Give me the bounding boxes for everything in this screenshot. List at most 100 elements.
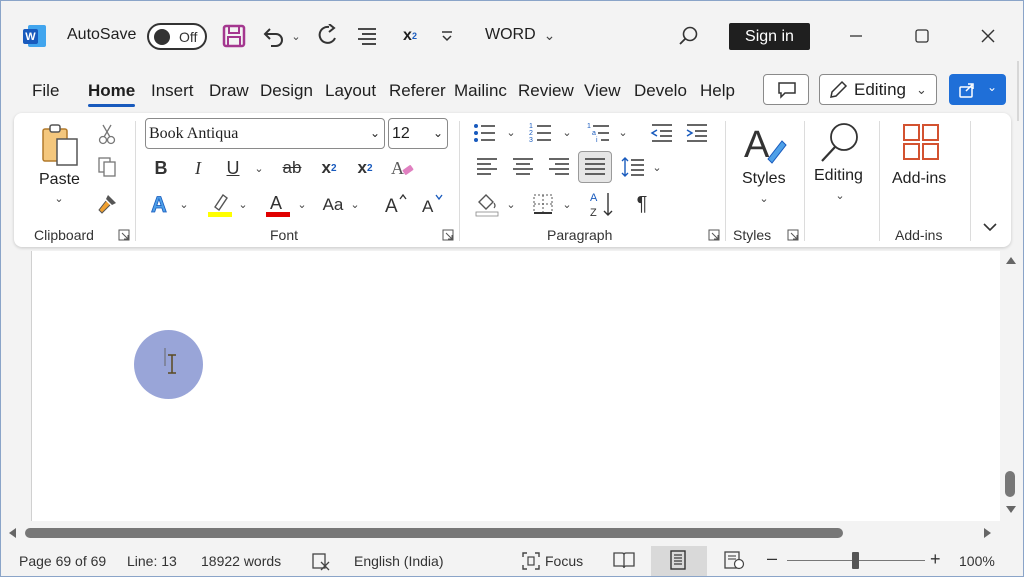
styles-gallery-icon[interactable]: A [742,121,788,167]
page-count[interactable]: Page 69 of 69 [19,553,106,569]
tab-layout[interactable]: Layout [325,81,376,101]
web-layout-icon[interactable] [723,550,745,573]
add-ins-label[interactable]: Add-ins [892,170,946,188]
add-ins-icon[interactable] [900,121,942,163]
word-count[interactable]: 18922 words [201,553,281,569]
bullets-chevron-icon[interactable]: ⌄ [504,125,518,139]
undo-dropdown-chevron-icon[interactable]: ⌄ [289,29,303,43]
grow-font-icon[interactable]: A [383,191,409,217]
redo-icon[interactable] [314,23,340,49]
align-left-icon[interactable] [474,155,500,179]
text-effects-icon[interactable]: A [148,191,174,217]
underline-icon[interactable]: U [222,156,244,180]
scroll-right-icon[interactable] [983,527,993,539]
tab-insert[interactable]: Insert [151,81,194,101]
print-layout-icon[interactable] [668,550,688,573]
scroll-left-icon[interactable] [7,527,17,539]
copy-icon[interactable] [96,156,118,178]
paste-options-chevron-icon[interactable]: ⌄ [52,191,66,205]
numbering-chevron-icon[interactable]: ⌄ [560,125,574,139]
sort-icon[interactable]: AZ [588,189,616,219]
editing-mode-button[interactable]: Editing ⌄ [819,74,937,105]
cut-icon[interactable] [96,123,118,145]
shrink-font-icon[interactable]: A [420,191,446,217]
clipboard-launcher-icon[interactable] [118,228,130,241]
editing-chevron-icon[interactable]: ⌄ [833,188,847,202]
shading-chevron-icon[interactable]: ⌄ [504,197,518,211]
ribbon-options-chevron-icon[interactable] [980,217,1000,237]
focus-icon[interactable] [521,551,541,574]
font-size-select[interactable]: 12 ⌄ [388,118,448,149]
paste-icon[interactable] [38,123,82,167]
styles-chevron-icon[interactable]: ⌄ [757,191,771,205]
zoom-out-icon[interactable]: – [767,548,777,569]
maximize-button[interactable] [902,19,942,53]
superscript-qat-icon[interactable]: x2 [397,23,423,49]
zoom-level[interactable]: 100% [959,553,995,569]
underline-chevron-icon[interactable]: ⌄ [252,161,266,175]
numbering-icon[interactable]: 123 [528,121,554,145]
format-painter-icon[interactable] [96,193,118,215]
find-icon[interactable] [818,119,862,165]
line-spacing-icon[interactable] [620,155,646,179]
shading-icon[interactable] [474,191,500,217]
horizontal-scroll-thumb[interactable] [25,528,843,538]
scroll-up-icon[interactable] [1005,255,1017,265]
read-mode-icon[interactable] [613,550,635,573]
text-effects-chevron-icon[interactable]: ⌄ [177,197,191,211]
tab-file[interactable]: File [32,81,59,101]
borders-icon[interactable] [530,191,556,217]
comments-button[interactable] [763,74,809,105]
show-formatting-marks-icon[interactable]: ¶ [629,191,655,217]
tab-design[interactable]: Design [260,81,313,101]
zoom-in-icon[interactable]: + [930,549,941,570]
strikethrough-icon[interactable]: ab [279,156,305,180]
superscript-icon[interactable]: x2 [354,156,376,180]
increase-indent-icon[interactable] [684,121,710,145]
editing-label[interactable]: Editing [814,167,863,185]
change-case-icon[interactable]: Aa [318,193,348,217]
paste-label[interactable]: Paste [39,171,80,189]
font-launcher-icon[interactable] [442,228,454,241]
decrease-indent-icon[interactable] [649,121,675,145]
focus-button[interactable]: Focus [545,553,583,569]
language[interactable]: English (India) [354,553,444,569]
bullets-icon[interactable] [472,121,498,145]
align-icon[interactable] [354,23,380,49]
change-case-chevron-icon[interactable]: ⌄ [348,197,362,211]
paragraph-launcher-icon[interactable] [708,228,720,241]
tab-home[interactable]: Home [88,81,136,107]
font-color-icon[interactable]: A [265,191,291,219]
multilevel-list-icon[interactable]: 1ai [586,121,612,145]
align-center-icon[interactable] [510,155,536,179]
sign-in-button[interactable]: Sign in [729,23,810,50]
styles-launcher-icon[interactable] [787,228,799,241]
zoom-slider-thumb[interactable] [852,552,859,569]
save-icon[interactable] [221,23,247,49]
styles-label[interactable]: Styles [742,170,786,188]
highlight-chevron-icon[interactable]: ⌄ [236,197,250,211]
document-title[interactable]: WORD ⌄ [485,26,555,44]
minimize-button[interactable] [836,19,876,53]
autosave-toggle[interactable]: Off [147,23,207,50]
tab-review[interactable]: Review [518,81,574,101]
justify-icon[interactable] [578,151,612,183]
vertical-scroll-thumb[interactable] [1005,471,1015,497]
tab-references[interactable]: Referer [389,81,446,101]
line-number[interactable]: Line: 13 [127,553,177,569]
tab-view[interactable]: View [584,81,621,101]
customize-qat-icon[interactable] [437,25,457,47]
italic-icon[interactable]: I [187,156,209,180]
share-button[interactable]: ⌄ [949,74,1006,105]
font-name-select[interactable]: Book Antiqua ⌄ [145,118,385,149]
undo-icon[interactable] [261,23,287,49]
bold-icon[interactable]: B [150,156,172,180]
line-spacing-chevron-icon[interactable]: ⌄ [650,160,664,174]
search-icon[interactable] [675,23,701,49]
highlight-icon[interactable] [207,191,233,219]
tab-help[interactable]: Help [700,81,735,101]
multilevel-chevron-icon[interactable]: ⌄ [616,125,630,139]
font-color-chevron-icon[interactable]: ⌄ [295,197,309,211]
tab-developer[interactable]: Develo [634,81,687,101]
align-right-icon[interactable] [546,155,572,179]
